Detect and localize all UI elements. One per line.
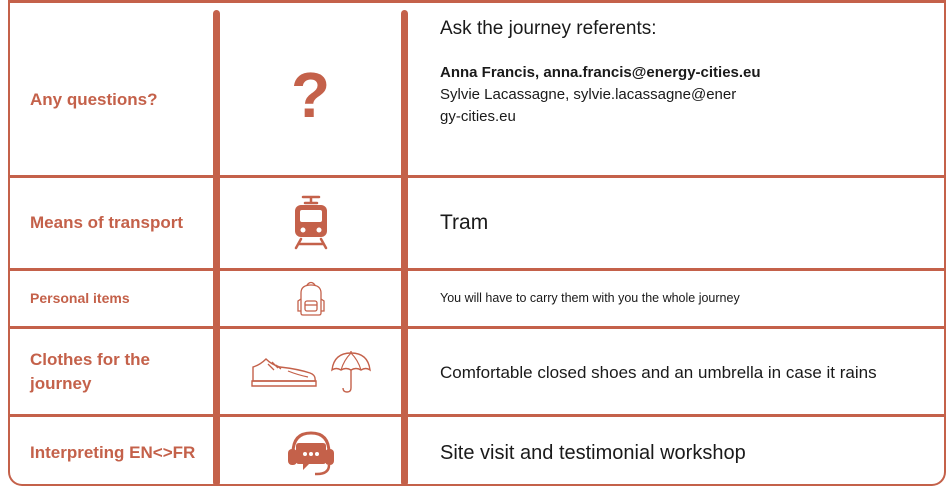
row-label-transport: Means of transport (30, 213, 184, 232)
row-text-personal-items: You will have to carry them with you the… (440, 291, 740, 305)
sneaker-icon (250, 358, 317, 387)
row-label-personal-items: Personal items (30, 290, 130, 306)
row-text-transport: Tram (440, 211, 489, 234)
umbrella-icon (330, 351, 371, 393)
question-mark-icon: ? (290, 59, 331, 131)
contact-primary: Anna Francis, anna.francis@energy-cities… (440, 64, 761, 81)
row-divider-3 (10, 326, 944, 329)
table-top-border (8, 0, 946, 3)
contact-secondary: Sylvie Lacassagne, sylvie.lacassagne@ene… (440, 86, 737, 125)
row-label-questions: Any questions? (30, 90, 158, 109)
row-divider-1 (10, 175, 944, 178)
row-label-clothes: Clothes for the journey (30, 350, 150, 393)
row-text-clothes: Comfortable closed shoes and an umbrella… (440, 362, 877, 382)
icon-cell-interpreting (220, 420, 401, 486)
row-divider-2 (10, 268, 944, 271)
row-label-interpreting: Interpreting EN<>FR (30, 443, 196, 462)
contact-heading: Ask the journey referents: (440, 18, 657, 39)
row-text-questions: Ask the journey referents: Anna Francis,… (440, 18, 930, 168)
row-divider-4 (10, 414, 944, 417)
icon-cell-transport (220, 180, 401, 266)
backpack-icon (296, 281, 325, 316)
icon-cell-questions: ? (220, 45, 401, 145)
icon-cell-clothes (220, 332, 401, 412)
row-text-interpreting: Site visit and testimonial workshop (440, 441, 746, 464)
icon-cell-personal-items (220, 272, 401, 324)
tram-icon (294, 195, 327, 250)
headset-chat-icon (287, 431, 334, 476)
